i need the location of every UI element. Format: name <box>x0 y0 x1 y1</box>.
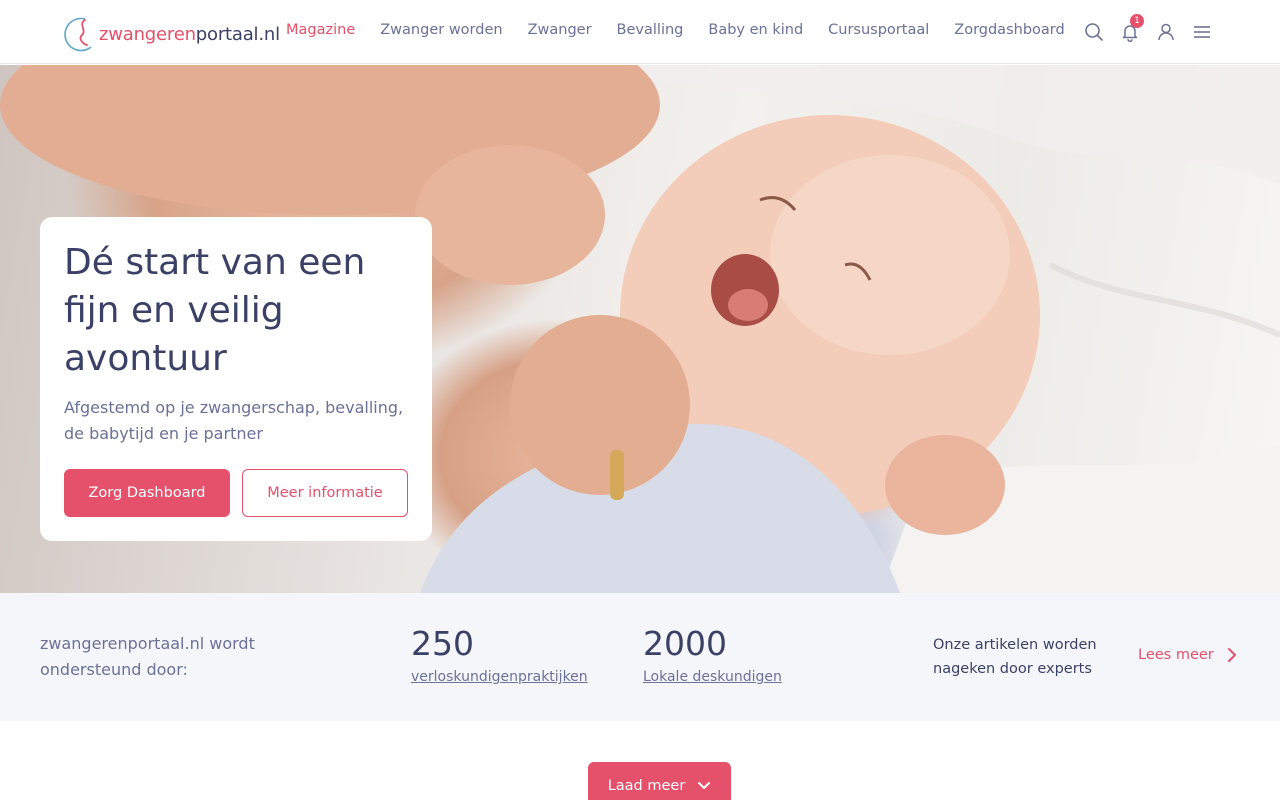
load-more-button[interactable]: Laad meer <box>588 762 731 800</box>
load-more-label: Laad meer <box>607 778 686 794</box>
hero-buttons: Zorg Dashboard Meer informatie <box>64 469 408 517</box>
site-header: zwangerenportaal.nl Magazine Zwanger wor… <box>0 0 1280 64</box>
nav-item-baby-en-kind[interactable]: Baby en kind <box>708 22 803 38</box>
stat-number: 2000 <box>643 624 727 663</box>
header-icons: 1 <box>1076 14 1220 44</box>
nav-item-zorgdashboard[interactable]: Zorgdashboard <box>954 22 1064 38</box>
hero-card: Dé start van een fijn en veilig avontuur… <box>40 217 432 541</box>
stat-verloskundigen: 250 verloskundigenpraktijken <box>411 624 588 686</box>
nav-item-zwanger[interactable]: Zwanger <box>528 22 592 38</box>
main-nav: Magazine Zwanger worden Zwanger Bevallin… <box>286 22 1090 38</box>
nav-item-zwanger-worden[interactable]: Zwanger worden <box>380 22 502 38</box>
notification-badge: 1 <box>1130 14 1144 28</box>
search-button[interactable] <box>1076 20 1112 44</box>
notifications-button[interactable]: 1 <box>1112 14 1148 44</box>
user-icon <box>1158 23 1174 41</box>
supported-by-text: zwangerenportaal.nl wordt ondersteund do… <box>40 634 255 679</box>
logo-icon <box>64 17 92 52</box>
nav-item-magazine[interactable]: Magazine <box>286 22 355 38</box>
stat-number: 250 <box>411 624 474 663</box>
lees-meer-label: Lees meer <box>1138 647 1214 663</box>
stat-deskundigen: 2000 Lokale deskundigen <box>643 624 782 686</box>
support-stats-bar: zwangerenportaal.nl wordt ondersteund do… <box>0 593 1280 721</box>
account-button[interactable] <box>1148 20 1184 44</box>
stat-link-verloskundigen[interactable]: verloskundigenpraktijken <box>411 669 588 685</box>
menu-icon <box>1194 26 1210 38</box>
nav-item-bevalling[interactable]: Bevalling <box>617 22 684 38</box>
zorg-dashboard-button[interactable]: Zorg Dashboard <box>64 469 230 517</box>
search-icon <box>1085 23 1103 41</box>
chevron-right-icon <box>1227 648 1236 662</box>
menu-button[interactable] <box>1184 20 1220 44</box>
chevron-down-icon <box>698 782 711 789</box>
hero-subtitle: Afgestemd op je zwangerschap, bevalling,… <box>64 398 404 443</box>
hero-image: Dé start van een fijn en veilig avontuur… <box>0 65 1280 593</box>
site-logo[interactable]: zwangerenportaal.nl <box>63 14 280 54</box>
meer-informatie-button[interactable]: Meer informatie <box>242 469 408 517</box>
logo-text: zwangerenportaal.nl <box>99 23 280 45</box>
lees-meer-link[interactable]: Lees meer <box>1138 647 1238 663</box>
experts-text: Onze artikelen worden nageken door exper… <box>933 637 1097 677</box>
nav-item-cursusportaal[interactable]: Cursusportaal <box>828 22 929 38</box>
hero-title: Dé start van een fijn en veilig avontuur <box>64 242 366 379</box>
stat-link-deskundigen[interactable]: Lokale deskundigen <box>643 669 782 685</box>
